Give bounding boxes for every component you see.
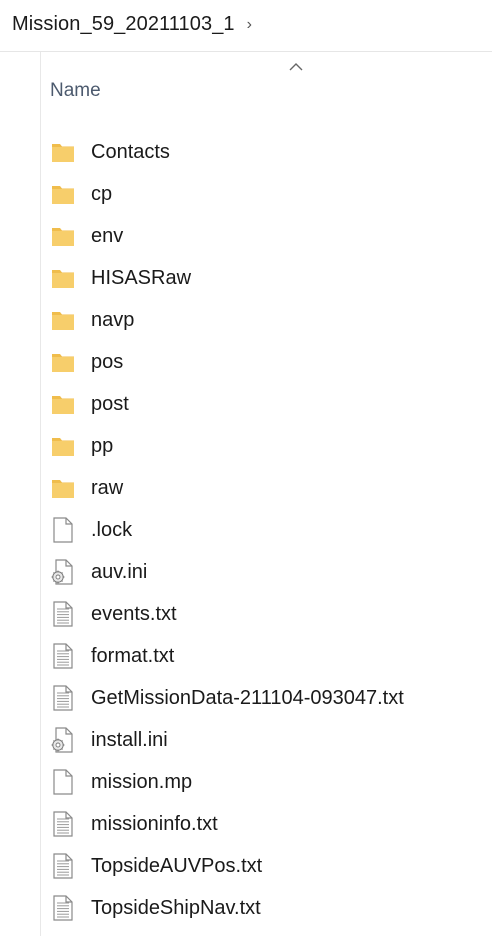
folder-icon xyxy=(50,221,80,251)
file-item[interactable]: .lock xyxy=(50,509,404,551)
text-file-icon xyxy=(50,893,80,923)
file-item[interactable]: missioninfo.txt xyxy=(50,803,404,845)
folder-item[interactable]: HISASRaw xyxy=(50,257,404,299)
folder-item[interactable]: pp xyxy=(50,425,404,467)
file-item[interactable]: mission.mp xyxy=(50,761,404,803)
folder-icon xyxy=(50,179,80,209)
header-divider xyxy=(0,51,492,52)
file-explorer-window: Mission_59_20211103_1 › Name Contacts cp e… xyxy=(0,0,492,936)
item-name: pos xyxy=(91,350,124,373)
folder-item[interactable]: cp xyxy=(50,173,404,215)
file-item[interactable]: GetMissionData-211104-093047.txt xyxy=(50,677,404,719)
folder-item[interactable]: navp xyxy=(50,299,404,341)
item-name: events.txt xyxy=(91,602,177,625)
folder-icon xyxy=(50,389,80,419)
breadcrumb[interactable]: Mission_59_20211103_1 › xyxy=(12,9,252,39)
text-file-icon xyxy=(50,641,80,671)
file-item[interactable]: TopsideAUVPos.txt xyxy=(50,845,404,887)
file-item[interactable]: TopsideShipNav.txt xyxy=(50,887,404,929)
item-name: navp xyxy=(91,308,135,331)
file-item[interactable]: auv.ini xyxy=(50,551,404,593)
folder-item[interactable]: pos xyxy=(50,341,404,383)
item-name: missioninfo.txt xyxy=(91,812,218,835)
folder-icon xyxy=(50,137,80,167)
sort-up-icon[interactable] xyxy=(288,62,304,72)
nav-pane-divider xyxy=(40,52,41,936)
settings-file-icon xyxy=(50,557,80,587)
item-name: TopsideAUVPos.txt xyxy=(91,854,263,877)
item-name: env xyxy=(91,224,124,247)
chevron-right-icon[interactable]: › xyxy=(247,16,252,34)
folder-icon xyxy=(50,305,80,335)
folder-icon xyxy=(50,263,80,293)
item-name: HISASRaw xyxy=(91,266,192,289)
file-item[interactable]: format.txt xyxy=(50,635,404,677)
item-name: mission.mp xyxy=(91,770,193,793)
folder-item[interactable]: env xyxy=(50,215,404,257)
item-name: pp xyxy=(91,434,114,457)
file-list: Contacts cp env HISASRaw navp pos post pp raw .lo… xyxy=(50,131,404,929)
column-header-name[interactable]: Name xyxy=(50,80,101,102)
file-icon xyxy=(50,515,80,545)
item-name: format.txt xyxy=(91,644,175,667)
item-name: TopsideShipNav.txt xyxy=(91,896,261,919)
item-name: Contacts xyxy=(91,140,170,163)
item-name: cp xyxy=(91,182,113,205)
file-icon xyxy=(50,767,80,797)
settings-file-icon xyxy=(50,725,80,755)
item-name: post xyxy=(91,392,129,415)
item-name: GetMissionData-211104-093047.txt xyxy=(91,686,404,709)
folder-item[interactable]: raw xyxy=(50,467,404,509)
file-item[interactable]: events.txt xyxy=(50,593,404,635)
item-name: raw xyxy=(91,476,124,499)
file-item[interactable]: install.ini xyxy=(50,719,404,761)
text-file-icon xyxy=(50,683,80,713)
folder-icon xyxy=(50,431,80,461)
item-name: auv.ini xyxy=(91,560,148,583)
text-file-icon xyxy=(50,599,80,629)
text-file-icon xyxy=(50,851,80,881)
folder-icon xyxy=(50,347,80,377)
folder-item[interactable]: Contacts xyxy=(50,131,404,173)
folder-icon xyxy=(50,473,80,503)
item-name: .lock xyxy=(91,518,133,541)
folder-item[interactable]: post xyxy=(50,383,404,425)
text-file-icon xyxy=(50,809,80,839)
breadcrumb-folder[interactable]: Mission_59_20211103_1 xyxy=(12,13,235,36)
item-name: install.ini xyxy=(91,728,168,751)
